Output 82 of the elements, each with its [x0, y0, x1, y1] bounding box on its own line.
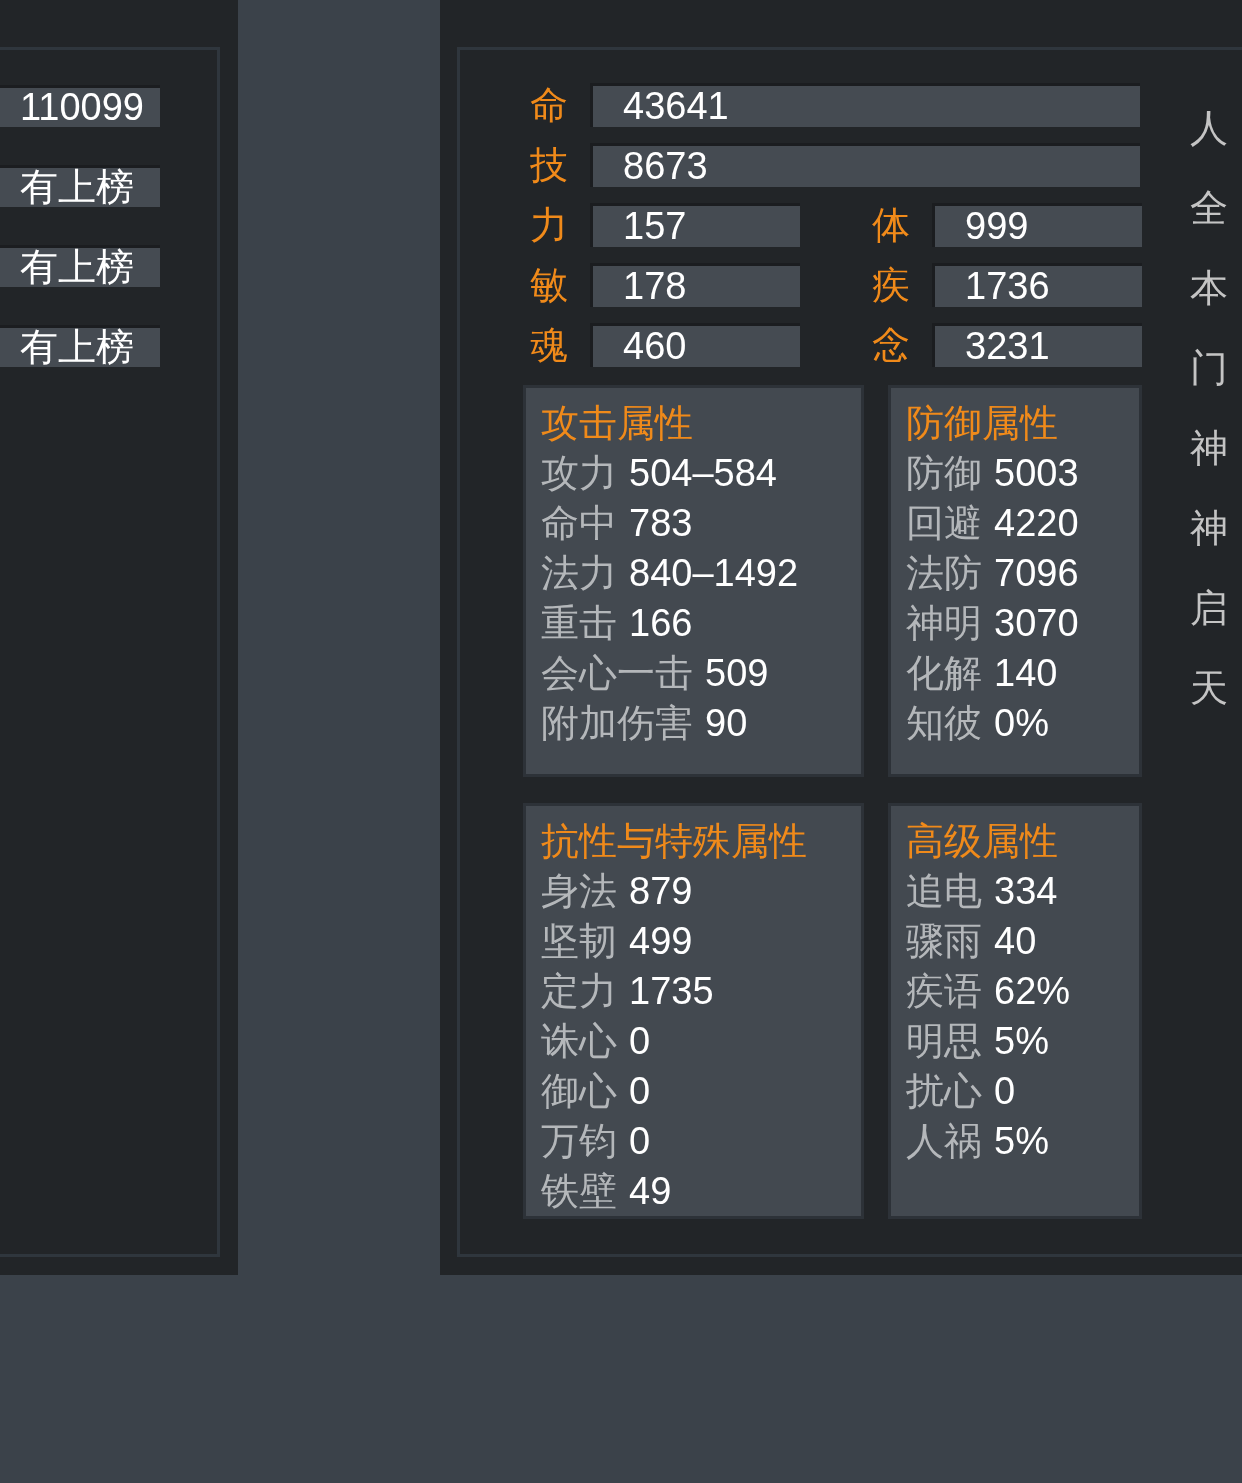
stat-label: 御心 [541, 1069, 617, 1114]
value-field: 3231 [932, 323, 1142, 367]
stat-label: 重击 [541, 601, 617, 646]
stat-value: 3070 [994, 601, 1079, 646]
card-title: 防御属性 [906, 401, 1059, 446]
stat-value: 0 [994, 1069, 1016, 1114]
stat-label: 魂 [530, 323, 569, 367]
value-field: 178 [590, 263, 800, 307]
stat-label: 力 [530, 203, 569, 247]
stat-value: 840–1492 [629, 551, 799, 596]
stat-label: 攻力 [541, 451, 617, 496]
menu-item[interactable]: 天 [1190, 648, 1228, 728]
stat-label: 疾 [872, 263, 911, 307]
stat-value: 166 [629, 601, 693, 646]
stat-value: 0% [994, 701, 1049, 746]
stat-value: 499 [629, 919, 693, 964]
stat-value: 140 [994, 651, 1058, 696]
menu-item[interactable]: 门 [1190, 328, 1228, 408]
stat-label: 知彼 [906, 701, 982, 746]
stat-label: 命中 [541, 501, 617, 546]
stat-label: 身法 [541, 869, 617, 914]
card-title: 高级属性 [906, 819, 1059, 864]
stat-value: 783 [629, 501, 693, 546]
stat-value: 49 [629, 1169, 672, 1214]
rank-field: 110099 [0, 85, 160, 127]
stat-value: 504–584 [629, 451, 777, 496]
menu-item[interactable]: 神 [1190, 488, 1228, 568]
stat-value: 0 [629, 1019, 651, 1064]
stat-value: 509 [705, 651, 769, 696]
stat-value: 62% [994, 969, 1071, 1014]
stat-label: 防御 [906, 451, 982, 496]
rank-field: 有上榜 [0, 325, 160, 367]
stat-value: 5% [994, 1119, 1049, 1164]
stat-label: 会心一击 [541, 651, 693, 696]
stat-value: 0 [629, 1069, 651, 1114]
stat-value: 4220 [994, 501, 1079, 546]
menu-item[interactable]: 人 [1190, 88, 1228, 168]
stat-label: 疾语 [906, 969, 982, 1014]
stat-value: 334 [994, 869, 1058, 914]
rank-field: 有上榜 [0, 165, 160, 207]
stat-value: 5003 [994, 451, 1079, 496]
stat-label: 法力 [541, 551, 617, 596]
stat-value: 5% [994, 1019, 1049, 1064]
stat-label: 人祸 [906, 1119, 982, 1164]
stat-value: 1735 [629, 969, 714, 1014]
stat-label: 定力 [541, 969, 617, 1014]
stat-label: 体 [872, 203, 911, 247]
stat-label: 明思 [906, 1019, 982, 1064]
rank-field: 有上榜 [0, 245, 160, 287]
stat-label: 技 [530, 143, 569, 187]
stat-label: 法防 [906, 551, 982, 596]
stat-label: 命 [530, 83, 569, 127]
stat-value: 0 [629, 1119, 651, 1164]
value-field: 1736 [932, 263, 1142, 307]
stat-label: 万钧 [541, 1119, 617, 1164]
value-field: 43641 [590, 83, 1140, 127]
value-field: 460 [590, 323, 800, 367]
stat-value: 40 [994, 919, 1037, 964]
stat-label: 铁壁 [541, 1169, 617, 1214]
stat-value: 879 [629, 869, 693, 914]
stat-label: 念 [872, 323, 911, 367]
stat-label: 追电 [906, 869, 982, 914]
stat-label: 坚韧 [541, 919, 617, 964]
stat-label: 化解 [906, 651, 982, 696]
value-field: 157 [590, 203, 800, 247]
stat-label: 骤雨 [906, 919, 982, 964]
menu-item[interactable]: 启 [1190, 568, 1228, 648]
stat-label: 回避 [906, 501, 982, 546]
value-field: 999 [932, 203, 1142, 247]
stat-label: 诛心 [541, 1019, 617, 1064]
card-title: 攻击属性 [541, 401, 694, 446]
stat-label: 神明 [906, 601, 982, 646]
stat-label: 敏 [530, 263, 569, 307]
stat-value: 7096 [994, 551, 1079, 596]
menu-item[interactable]: 神 [1190, 408, 1228, 488]
menu-item[interactable]: 本 [1190, 248, 1228, 328]
menu-item[interactable]: 全 [1190, 168, 1228, 248]
value-field: 8673 [590, 143, 1140, 187]
stat-value: 90 [705, 701, 748, 746]
stat-label: 附加伤害 [541, 701, 693, 746]
card-title: 抗性与特殊属性 [541, 819, 808, 864]
stat-label: 扰心 [906, 1069, 982, 1114]
